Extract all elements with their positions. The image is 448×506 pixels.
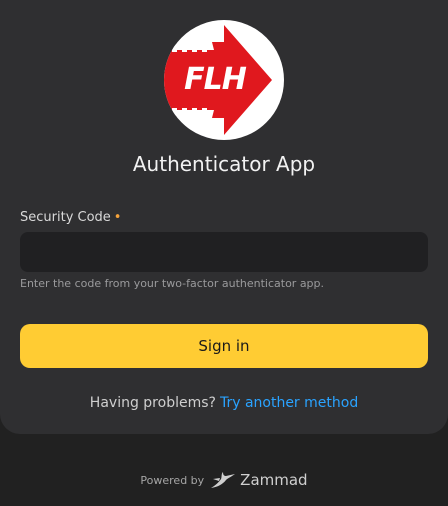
required-marker: • xyxy=(113,210,122,225)
problems-row: Having problems? Try another method xyxy=(0,393,448,413)
try-another-method-link[interactable]: Try another method xyxy=(220,395,358,411)
security-code-input[interactable] xyxy=(20,232,428,272)
security-code-help-text: Enter the code from your two-factor auth… xyxy=(20,277,325,290)
sign-in-button[interactable]: Sign in xyxy=(20,324,428,368)
security-code-label-text: Security Code xyxy=(20,210,111,225)
zammad-brand-text: Zammad xyxy=(240,471,308,489)
login-card: FLH Authenticator App Security Code • Ent… xyxy=(0,0,448,434)
powered-by-footer: Powered by Zammad xyxy=(0,470,448,490)
problems-question: Having problems? xyxy=(89,395,216,411)
powered-by-text: Powered by xyxy=(140,473,205,487)
zammad-bird-icon xyxy=(211,472,236,488)
page-title: Authenticator App xyxy=(132,152,316,176)
security-code-label: Security Code • xyxy=(20,209,121,227)
logo-text: FLH xyxy=(184,62,247,97)
company-logo: FLH xyxy=(164,20,284,140)
